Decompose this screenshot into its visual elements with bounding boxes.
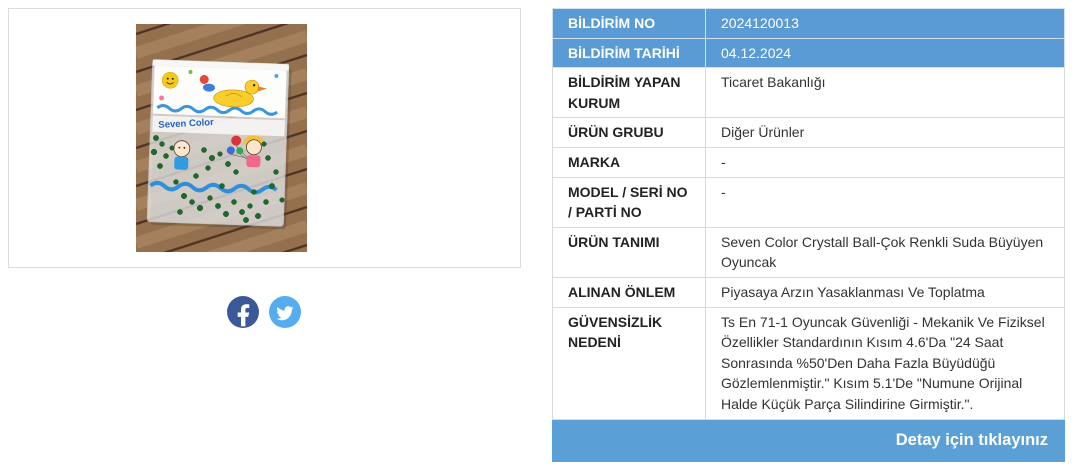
- detail-row-urun-grubu: ÜRÜN GRUBU Diğer Ürünler: [552, 117, 1065, 148]
- gel-ball: [223, 211, 229, 217]
- facebook-icon[interactable]: [227, 296, 259, 328]
- guvensizlik-nedeni-value: Ts En 71-1 Oyuncak Güvenliği - Mekanik V…: [705, 306, 1065, 420]
- child-body: [174, 156, 189, 170]
- child-head: [173, 140, 191, 158]
- gel-ball: [219, 183, 225, 189]
- detail-row-bildirim-yapan-kurum: BİLDİRİM YAPAN KURUM Ticaret Bakanlığı: [552, 67, 1065, 119]
- gel-ball: [225, 161, 231, 167]
- gel-ball: [201, 147, 207, 153]
- detail-row-alinan-onlem: ALINAN ÖNLEM Piyasaya Arzın Yasaklanması…: [552, 276, 1065, 308]
- gel-ball: [177, 209, 183, 215]
- twitter-share-button[interactable]: [269, 296, 301, 328]
- bildirim-tarihi-label: BİLDİRİM TARİHİ: [552, 37, 706, 69]
- gel-ball: [153, 135, 159, 141]
- gel-ball: [251, 189, 257, 195]
- gel-ball: [263, 199, 269, 205]
- urun-tanimi-label: ÜRÜN TANIMI: [552, 226, 706, 278]
- gel-ball: [265, 155, 271, 161]
- detail-footer-bar: Detay için tıklayınız: [552, 418, 1065, 462]
- gel-ball: [173, 179, 179, 185]
- detail-row-guvensizlik-nedeni: GÜVENSİZLİK NEDENİ Ts En 71-1 Oyuncak Gü…: [552, 306, 1065, 420]
- gel-ball: [273, 169, 279, 175]
- bildirim-tarihi-value: 04.12.2024: [705, 37, 1065, 69]
- gel-ball: [169, 145, 175, 151]
- gel-ball: [233, 169, 239, 175]
- marka-label: MARKA: [552, 146, 706, 178]
- bildirim-no-label: BİLDİRİM NO: [552, 8, 706, 39]
- gel-ball: [196, 204, 204, 212]
- gel-ball: [209, 155, 215, 161]
- gel-ball: [239, 209, 245, 215]
- detail-row-marka: MARKA -: [552, 146, 1065, 178]
- detail-row-bildirim-no: BİLDİRİM NO 2024120013: [552, 8, 1065, 39]
- urun-tanimi-value: Seven Color Crystall Ball-Çok Renkli Sud…: [705, 226, 1065, 278]
- gel-ball: [181, 193, 187, 199]
- model-seri-parti-no-label: MODEL / SERİ NO / PARTİ NO: [552, 176, 706, 228]
- gel-ball: [243, 217, 249, 223]
- sun-face: [161, 71, 179, 89]
- facebook-share-button[interactable]: [227, 296, 259, 328]
- detail-link[interactable]: Detay için tıklayınız: [553, 420, 1064, 461]
- gel-ball: [247, 203, 253, 209]
- notification-details-table: BİLDİRİM NO 2024120013 BİLDİRİM TARİHİ 0…: [552, 8, 1065, 462]
- detail-row-bildirim-tarihi: BİLDİRİM TARİHİ 04.12.2024: [552, 37, 1065, 69]
- bildirim-yapan-kurum-label: BİLDİRİM YAPAN KURUM: [552, 67, 706, 119]
- bildirim-no-value: 2024120013: [705, 8, 1065, 39]
- gel-ball: [159, 141, 165, 147]
- sun-illustration: [161, 71, 179, 89]
- gel-ball: [163, 153, 169, 159]
- gel-ball: [207, 195, 213, 201]
- bildirim-yapan-kurum-value: Ticaret Bakanlığı: [705, 67, 1065, 119]
- detail-footer-row: Detay için tıklayınız: [552, 418, 1065, 462]
- gel-ball: [279, 197, 285, 203]
- gel-ball: [217, 151, 223, 157]
- model-seri-parti-no-value: -: [705, 176, 1065, 228]
- gel-ball: [215, 203, 221, 209]
- detail-row-model-seri-parti-no: MODEL / SERİ NO / PARTİ NO -: [552, 176, 1065, 228]
- gel-ball: [205, 165, 211, 171]
- guvensizlik-nedeni-label: GÜVENSİZLİK NEDENİ: [552, 306, 706, 420]
- gel-ball: [150, 148, 158, 156]
- child-head: [246, 139, 262, 156]
- marka-value: -: [705, 146, 1065, 178]
- gel-ball: [157, 163, 163, 169]
- detail-row-urun-tanimi: ÜRÜN TANIMI Seven Color Crystall Ball-Ço…: [552, 226, 1065, 278]
- gel-ball: [231, 199, 237, 205]
- alinan-onlem-value: Piyasaya Arzın Yasaklanması Ve Toplatma: [705, 276, 1065, 308]
- share-buttons: [227, 296, 301, 328]
- alinan-onlem-label: ALINAN ÖNLEM: [552, 276, 706, 308]
- product-photo: Seven Color: [136, 24, 307, 252]
- product-image-frame[interactable]: Seven Color: [8, 8, 521, 268]
- urun-grubu-value: Diğer Ürünler: [705, 117, 1065, 148]
- urun-grubu-label: ÜRÜN GRUBU: [552, 117, 706, 148]
- gel-ball: [255, 213, 261, 219]
- gel-ball: [269, 183, 275, 189]
- twitter-icon[interactable]: [269, 296, 301, 328]
- duck-head: [244, 79, 260, 95]
- gel-ball: [261, 141, 267, 147]
- child-body: [246, 155, 261, 168]
- gel-ball: [193, 173, 199, 179]
- gel-ball: [189, 199, 195, 205]
